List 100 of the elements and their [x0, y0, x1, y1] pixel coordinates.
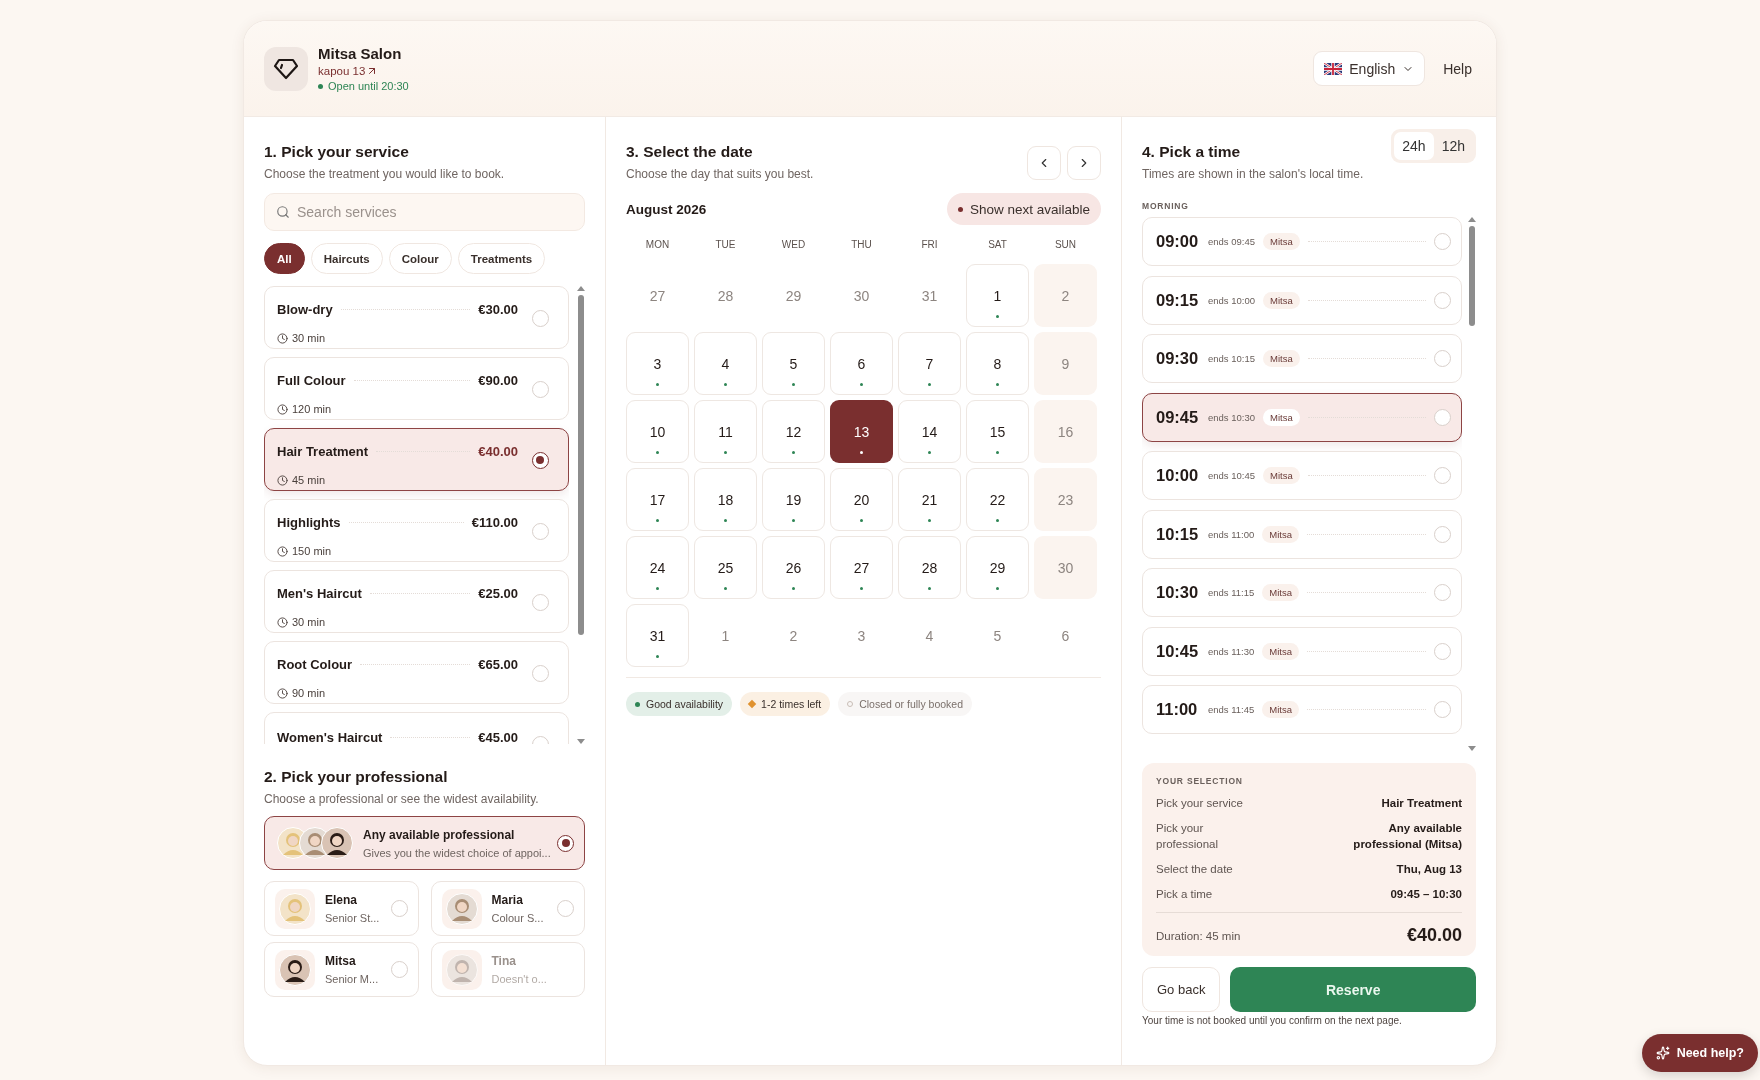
time-slot[interactable]: 09:00 ends 09:45 Mitsa [1142, 217, 1462, 266]
time-slot[interactable]: 09:30 ends 10:15 Mitsa [1142, 334, 1462, 383]
scrollbar[interactable] [1468, 217, 1476, 751]
professional-option[interactable]: Mitsa Senior M... [264, 942, 419, 997]
clock-icon [277, 474, 288, 486]
calendar-day[interactable]: 25 [694, 536, 757, 599]
radio-button[interactable] [557, 834, 574, 852]
service-duration: 90 min [277, 683, 326, 703]
section-title: 3. Select the date [626, 143, 754, 161]
calendar-day[interactable]: 11 [694, 400, 757, 463]
calendar-day[interactable]: 24 [626, 536, 689, 599]
weekday-label: MON [644, 239, 671, 252]
calendar-day[interactable]: 21 [898, 468, 961, 531]
calendar-day[interactable]: 8 [966, 332, 1029, 395]
time-slot[interactable]: 10:00 ends 10:45 Mitsa [1142, 451, 1462, 500]
help-link[interactable]: Help [1443, 60, 1472, 77]
service-option[interactable]: Root Colour €65.00 90 min [264, 641, 569, 704]
service-option[interactable]: Full Colour €90.00 120 min [264, 357, 569, 420]
professional-role: Colour S... [491, 912, 545, 924]
time-slot[interactable]: 11:00 ends 11:45 Mitsa [1142, 685, 1462, 734]
calendar-day[interactable]: 22 [966, 468, 1029, 531]
service-option[interactable]: Highlights €110.00 150 min [264, 499, 569, 562]
service-duration: 30 min [277, 328, 326, 348]
service-option[interactable]: Hair Treatment €40.00 45 min [264, 428, 569, 491]
scrollbar[interactable] [577, 286, 585, 744]
slot-time: 09:45 [1156, 407, 1200, 427]
show-next-available-button[interactable]: Show next available [946, 193, 1101, 225]
service-price: €65.00 [478, 657, 518, 672]
filter-chip[interactable]: All [264, 243, 305, 274]
summary-title: YOUR SELECTION [1156, 776, 1244, 786]
professional-option[interactable]: Any available professional Gives you the widest choice of appoi... [264, 816, 585, 870]
calendar-day[interactable]: 17 [626, 468, 689, 531]
radio-button[interactable] [531, 451, 549, 469]
address-link[interactable]: kapou 13 [318, 65, 379, 77]
weekday-label: TUE [714, 239, 737, 252]
slot-end-time: ends 10:30 [1208, 411, 1255, 423]
calendar-day[interactable]: 7 [898, 332, 961, 395]
professional-option[interactable]: Maria Colour S... [430, 881, 585, 936]
avatar [279, 892, 311, 925]
professional-option[interactable]: Elena Senior St... [264, 881, 419, 936]
calendar-date: 6 [1060, 626, 1071, 646]
slot-end-time: ends 10:45 [1208, 470, 1255, 481]
service-option[interactable]: Women's Haircut €45.00 [264, 712, 569, 744]
previous-month-button[interactable] [1027, 146, 1061, 180]
calendar-day[interactable]: 14 [898, 400, 961, 463]
calendar-day[interactable]: 27 [830, 536, 893, 599]
calendar-day[interactable]: 5 [762, 332, 825, 395]
time-slot[interactable]: 09:15 ends 10:00 Mitsa [1142, 275, 1462, 325]
slot-time: 10:45 [1156, 641, 1200, 661]
language-selector[interactable]: English [1313, 51, 1426, 86]
calendar-day[interactable]: 12 [762, 400, 825, 463]
time-format-option[interactable]: 12h [1433, 132, 1473, 160]
filter-chip[interactable]: Colour [388, 243, 452, 274]
duration-text: Duration: 45 min [1156, 928, 1241, 944]
calendar-day[interactable]: 18 [694, 468, 757, 531]
calendar-day[interactable]: 15 [966, 400, 1029, 463]
calendar-day[interactable]: 26 [762, 536, 825, 599]
clock-icon [277, 687, 288, 699]
calendar-day[interactable]: 10 [626, 400, 689, 463]
go-back-button[interactable]: Go back [1142, 967, 1221, 1013]
search-field[interactable]: Search services [264, 193, 585, 231]
calendar-day[interactable]: 1 [966, 264, 1029, 327]
calendar-day[interactable]: 28 [898, 536, 961, 599]
time-slot[interactable]: 10:30 ends 11:15 Mitsa [1142, 568, 1462, 617]
calendar-day[interactable]: 4 [694, 332, 757, 395]
calendar-day[interactable]: 6 [830, 332, 893, 395]
service-price: €90.00 [478, 373, 518, 388]
service-duration: 150 min [277, 541, 332, 561]
summary-value: Hair Treatment [1381, 796, 1462, 811]
professional-name: Mitsa [325, 954, 357, 968]
opening-status: Open until 20:30 [318, 80, 409, 92]
legend-item: Closed or fully booked [838, 692, 973, 716]
need-help-button[interactable]: Need help? [1641, 1034, 1758, 1072]
calendar-day[interactable]: 19 [762, 468, 825, 531]
avatar [445, 953, 478, 986]
next-month-button[interactable] [1067, 146, 1101, 180]
time-format-option[interactable]: 24h [1394, 132, 1434, 160]
total-price: €40.00 [1406, 925, 1462, 947]
slot-time: 09:30 [1156, 349, 1200, 368]
filter-chip[interactable]: Treatments [457, 243, 546, 274]
logo-icon [264, 46, 308, 91]
calendar-day[interactable]: 29 [966, 536, 1029, 599]
service-option[interactable]: Men's Haircut €25.00 30 min [264, 570, 569, 633]
slot-time: 10:30 [1156, 583, 1200, 602]
service-option[interactable]: Blow-dry €30.00 30 min [264, 286, 569, 349]
calendar-day[interactable]: 20 [830, 468, 893, 531]
summary-value: Any available professional (Mitsa) [1352, 821, 1462, 853]
reserve-button[interactable]: Reserve [1230, 967, 1476, 1013]
time-slot[interactable]: 10:15 ends 11:00 Mitsa [1142, 509, 1462, 559]
calendar-day[interactable]: 3 [626, 332, 689, 395]
slot-end-time: ends 10:00 [1208, 294, 1255, 306]
weekday-label: SUN [1053, 239, 1078, 252]
time-slot[interactable]: 09:45 ends 10:30 Mitsa [1142, 392, 1462, 442]
calendar-day[interactable]: 13 [830, 400, 893, 463]
time-slot[interactable]: 10:45 ends 11:30 Mitsa [1142, 626, 1462, 676]
calendar-day[interactable]: 31 [626, 604, 689, 667]
filter-chip[interactable]: Haircuts [310, 243, 383, 274]
avatar [321, 827, 353, 859]
summary-label: Pick your service [1156, 796, 1244, 811]
professional-name: Elena [325, 893, 358, 907]
